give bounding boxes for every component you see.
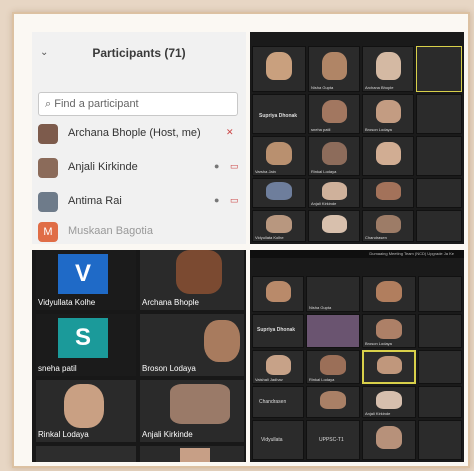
video-tile[interactable]	[418, 314, 462, 348]
video-tile[interactable]	[418, 276, 462, 312]
participant-label: Broson Lodaya	[142, 364, 196, 373]
participants-panel: ⌄ Participants (71) ⌕ Find a participant…	[32, 32, 246, 244]
search-placeholder: Find a participant	[54, 98, 139, 110]
participant-search-input[interactable]: ⌕ Find a participant	[38, 92, 238, 116]
video-tile[interactable]: Anjali Kirkinde	[362, 386, 416, 418]
mic-muted-icon[interactable]: ✕	[226, 127, 234, 138]
video-tile[interactable]	[362, 136, 414, 176]
video-tile[interactable]: Broson Lodaya	[362, 94, 414, 134]
video-tile[interactable]	[36, 446, 136, 462]
gallery-view-top: Nisha Gupta Archana Bhople Supriya Dhona…	[250, 32, 464, 244]
video-tile[interactable]: Archana Bhople	[362, 46, 414, 92]
avatar	[38, 192, 58, 212]
avatar	[38, 124, 58, 144]
video-tile[interactable]	[306, 314, 360, 348]
video-tile[interactable]: S sneha patil	[36, 314, 136, 376]
video-tile[interactable]: Rinkal Lodaya	[36, 380, 136, 442]
video-tile[interactable]	[418, 350, 462, 384]
participant-row[interactable]: Anjali Kirkinde ● ▭	[38, 156, 244, 182]
video-tile[interactable]	[306, 386, 360, 418]
video-tile[interactable]	[416, 94, 462, 134]
participant-name: Muskaan Bagotia	[68, 225, 153, 237]
video-tile[interactable]: Vidyullata	[252, 420, 304, 460]
participant-row[interactable]: M Muskaan Bagotia	[38, 220, 244, 244]
participant-label: Archana Bhople	[142, 298, 199, 307]
video-tile[interactable]: Chandrasen	[252, 386, 304, 418]
participant-label: sneha patil	[38, 364, 77, 373]
video-tile[interactable]: V Vidyullata Kolhe	[36, 250, 136, 310]
video-off-icon[interactable]: ▭	[230, 161, 239, 172]
mic-icon[interactable]: ●	[214, 195, 219, 205]
video-tile[interactable]: Varsha Jain	[252, 136, 306, 176]
video-tile[interactable]	[252, 276, 304, 312]
video-tile[interactable]	[140, 446, 244, 462]
video-tile-speaking[interactable]	[416, 46, 462, 92]
video-tile[interactable]	[416, 136, 462, 176]
video-tile[interactable]	[252, 46, 306, 92]
video-tile[interactable]: Vidyullata Kolhe	[252, 210, 306, 242]
video-tile[interactable]: Anjali Kirkinde	[140, 380, 244, 442]
video-tile[interactable]: Rinkal Lodaya	[308, 136, 360, 176]
video-tile[interactable]: sneha patil	[308, 94, 360, 134]
video-tile[interactable]	[362, 178, 414, 208]
gallery-view-bottom: Dumaaing Meeting Team (NCD) Upgrade Ja K…	[250, 250, 464, 462]
video-tile[interactable]: Nisha Gupta	[308, 46, 360, 92]
avatar: S	[58, 318, 108, 358]
video-tile[interactable]	[418, 420, 462, 460]
mic-icon[interactable]: ●	[214, 161, 219, 171]
video-tile[interactable]: Nisha Gupta	[306, 276, 360, 312]
participant-photo	[64, 384, 104, 428]
video-tile[interactable]	[362, 420, 416, 460]
video-tile[interactable]	[362, 276, 416, 312]
participant-photo	[170, 384, 230, 424]
participant-photo	[180, 448, 210, 462]
participant-label: Rinkal Lodaya	[38, 430, 89, 439]
video-tile-speaking[interactable]	[362, 350, 416, 384]
video-tile[interactable]	[252, 178, 306, 208]
participant-row[interactable]: Antima Rai ● ▭	[38, 190, 244, 216]
meeting-banner: Dumaaing Meeting Team (NCD) Upgrade Ja K…	[250, 250, 464, 258]
video-tile[interactable]: Archana Bhople	[140, 250, 244, 310]
video-tile[interactable]: Supriya Dhonak	[252, 314, 304, 348]
participant-label: Vidyullata Kolhe	[38, 298, 96, 307]
avatar: M	[38, 222, 58, 242]
video-tile[interactable]: Supriya Dhonak	[252, 94, 306, 134]
participant-name: Archana Bhople (Host, me)	[68, 127, 201, 139]
search-icon: ⌕	[45, 98, 52, 110]
video-tile[interactable]: Broson Lodaya	[140, 314, 244, 376]
avatar: V	[58, 254, 108, 294]
video-tile[interactable]: Broson Lodaya	[362, 314, 416, 348]
video-tile[interactable]	[416, 210, 462, 242]
video-tile[interactable]	[308, 210, 360, 242]
video-tile[interactable]: Chandrasen	[362, 210, 414, 242]
video-tile[interactable]	[418, 386, 462, 418]
video-off-icon[interactable]: ▭	[230, 195, 239, 206]
participant-name: Antima Rai	[68, 195, 122, 207]
video-tile[interactable]: Vaishali Jadhav	[252, 350, 304, 384]
video-tile[interactable]	[416, 178, 462, 208]
participant-row[interactable]: Archana Bhople (Host, me) ✕	[38, 122, 244, 148]
video-tile[interactable]: Anjali Kirkinde	[308, 178, 360, 208]
video-tile[interactable]: Rinkal Lodaya	[306, 350, 360, 384]
gallery-view-large: V Vidyullata Kolhe Archana Bhople S sneh…	[32, 250, 246, 462]
participant-label: Anjali Kirkinde	[142, 430, 193, 439]
participants-title: Participants (71)	[92, 46, 186, 60]
participant-name: Anjali Kirkinde	[68, 161, 138, 173]
participant-photo	[176, 250, 222, 294]
avatar	[38, 158, 58, 178]
participant-photo	[204, 320, 240, 362]
video-tile[interactable]: UPPSC-T1	[306, 420, 360, 460]
